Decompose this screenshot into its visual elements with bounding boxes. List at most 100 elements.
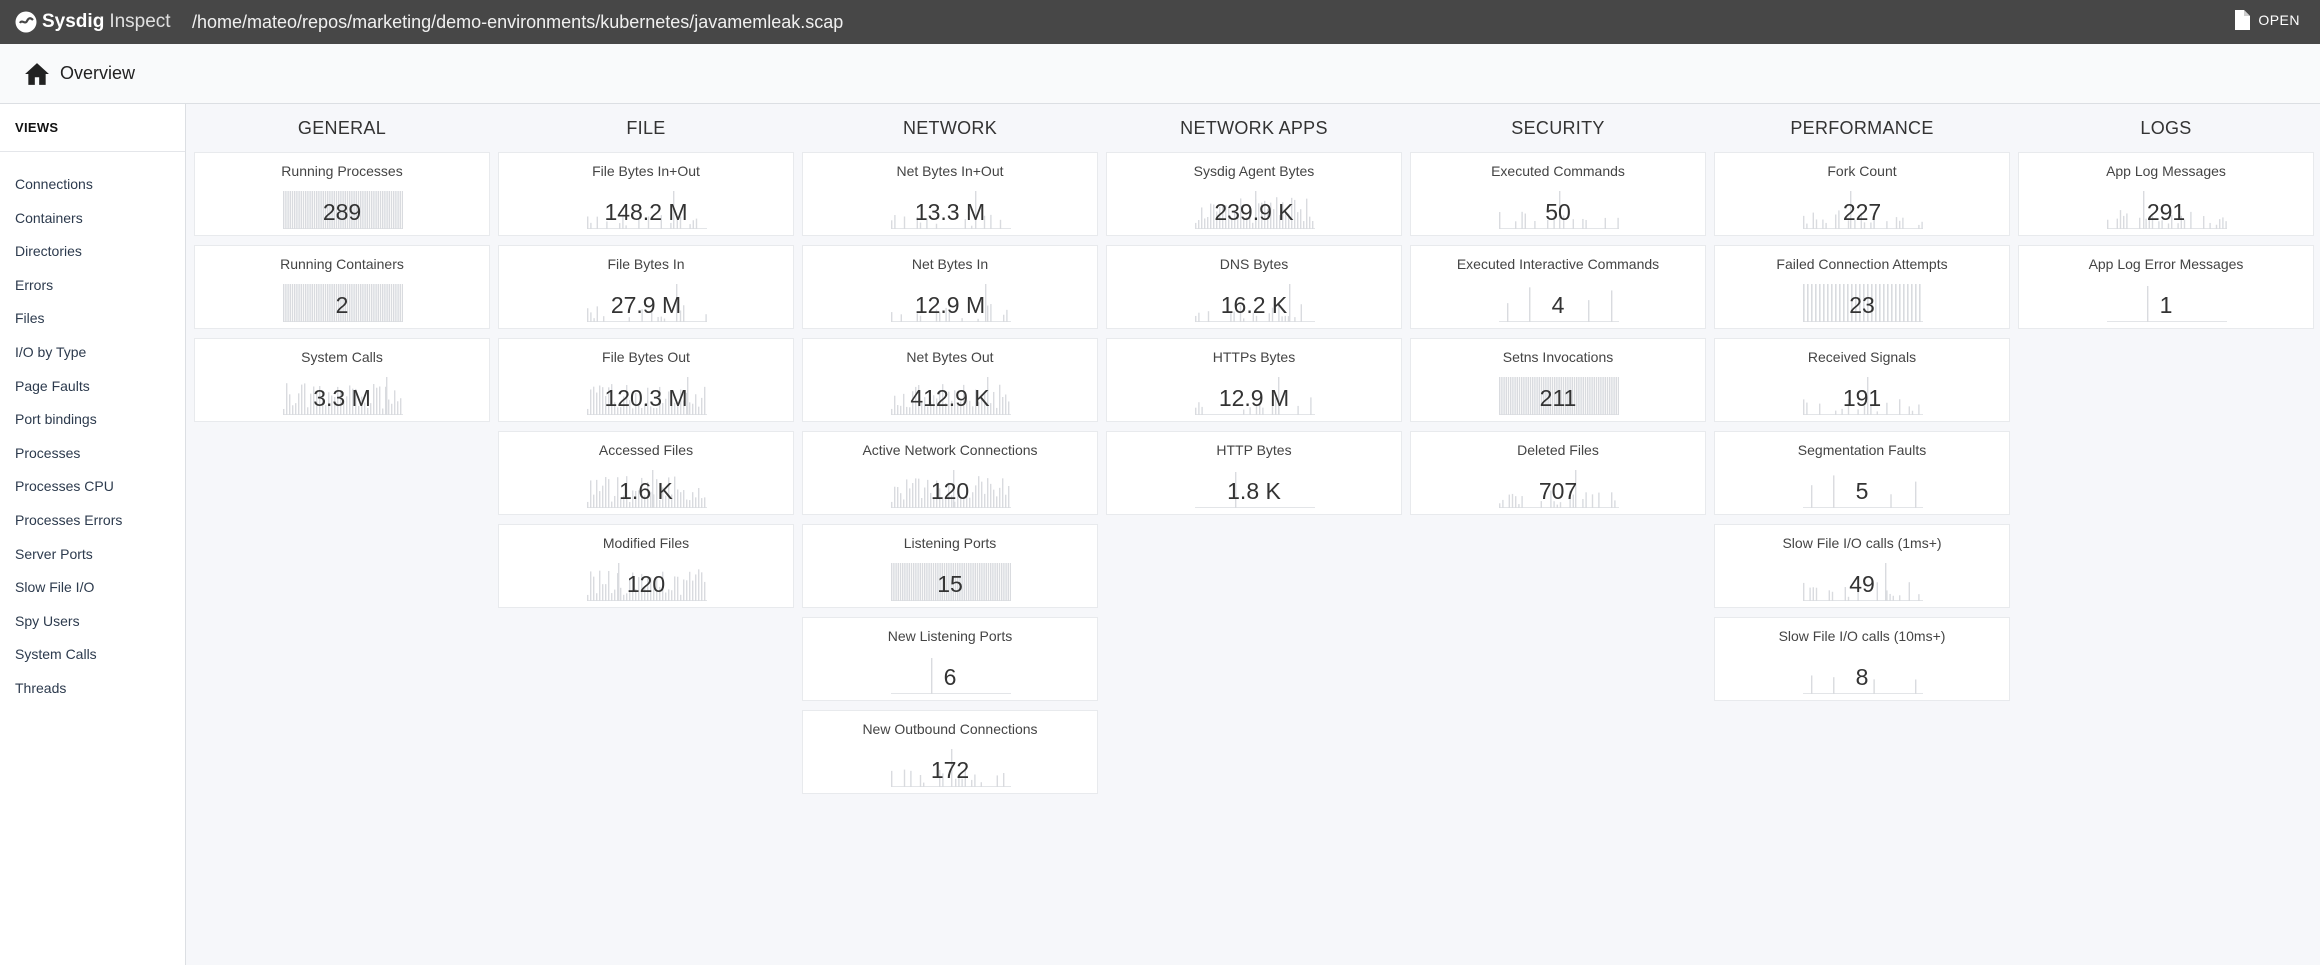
metric-value: 211 (1539, 385, 1577, 411)
metric-title: App Log Error Messages (2088, 256, 2244, 272)
sidebar-item-directories[interactable]: Directories (0, 235, 185, 269)
open-button[interactable]: OPEN (2234, 10, 2300, 30)
metric-tile-system-calls[interactable]: System Calls 3.3 M (194, 338, 490, 422)
sidebar-item-port-bindings[interactable]: Port bindings (0, 403, 185, 437)
metric-tile-net-bytes-in-out[interactable]: Net Bytes In+Out 13.3 M (802, 152, 1098, 236)
metric-tile-file-bytes-out[interactable]: File Bytes Out 120.3 M (498, 338, 794, 422)
metric-tile-accessed-files[interactable]: Accessed Files 1.6 K (498, 431, 794, 515)
metric-tile-fork-count[interactable]: Fork Count 227 (1714, 152, 2010, 236)
metric-title: Fork Count (1827, 163, 1897, 179)
open-button-label: OPEN (2258, 12, 2300, 28)
metric-tile-modified-files[interactable]: Modified Files 120 (498, 524, 794, 608)
metric-tile-slow-file-i-o-calls-1ms[interactable]: Slow File I/O calls (1ms+) 49 (1714, 524, 2010, 608)
sidebar-item-server-ports[interactable]: Server Ports (0, 538, 185, 572)
sidebar-item-files[interactable]: Files (0, 302, 185, 336)
metric-title: Net Bytes Out (906, 349, 994, 365)
metric-title: Deleted Files (1517, 442, 1599, 458)
metric-tile-segmentation-faults[interactable]: Segmentation Faults 5 (1714, 431, 2010, 515)
metric-tile-sysdig-agent-bytes[interactable]: Sysdig Agent Bytes 239.9 K (1106, 152, 1402, 236)
metric-value: 707 (1538, 478, 1578, 504)
page-title: Overview (60, 63, 136, 83)
metric-value: 2 (335, 292, 349, 318)
sidebar-item-connections[interactable]: Connections (0, 168, 185, 202)
column-header: PERFORMANCE (1790, 118, 1934, 138)
views-list: Connections Containers Directories Errors Fi… (0, 168, 185, 706)
metric-title: Executed Commands (1491, 163, 1625, 179)
sidebar-item-errors[interactable]: Errors (0, 269, 185, 303)
metric-tile-new-outbound-connections[interactable]: New Outbound Connections 172 (802, 710, 1098, 794)
metric-tile-active-network-connections[interactable]: Active Network Connections 120 (802, 431, 1098, 515)
metric-value: 50 (1545, 199, 1571, 225)
sidebar-item-processes-errors[interactable]: Processes Errors (0, 504, 185, 538)
column-header: NETWORK APPS (1180, 118, 1328, 138)
metric-tile-file-bytes-in-out[interactable]: File Bytes In+Out 148.2 M (498, 152, 794, 236)
metric-value: 1.8 K (1227, 478, 1281, 504)
column-header: NETWORK (902, 118, 998, 138)
metric-value: 191 (1842, 385, 1882, 411)
metric-tile-running-processes[interactable]: Running Processes 289 (194, 152, 490, 236)
column-performance: PERFORMANCE Fork Count 227 Failed Connectio… (1714, 104, 2010, 701)
metric-title: Net Bytes In+Out (896, 163, 1004, 179)
metric-tile-listening-ports[interactable]: Listening Ports 15 (802, 524, 1098, 608)
metric-tile-deleted-files[interactable]: Deleted Files 707 (1410, 431, 1706, 515)
sidebar-item-processes[interactable]: Processes (0, 437, 185, 471)
sidebar-item-threads[interactable]: Threads (0, 672, 185, 706)
metric-tile-dns-bytes[interactable]: DNS Bytes 16.2 K (1106, 245, 1402, 329)
column-header: GENERAL (297, 118, 387, 138)
sidebar-item-i-o-by-type[interactable]: I/O by Type (0, 336, 185, 370)
metric-value: 5 (1855, 478, 1869, 504)
metric-value: 1 (2159, 292, 2173, 318)
metric-title: Slow File I/O calls (10ms+) (1778, 628, 1946, 644)
metric-value: 15 (937, 571, 963, 597)
metric-value: 227 (1842, 199, 1882, 225)
metric-title: New Listening Ports (887, 628, 1013, 644)
metric-title: Received Signals (1807, 349, 1917, 365)
metric-value: 1.6 K (619, 478, 673, 504)
sidebar-item-slow-file-i-o[interactable]: Slow File I/O (0, 571, 185, 605)
column-file: FILE File Bytes In+Out 148.2 M File Bytes I… (498, 104, 794, 608)
metric-value: 120 (930, 478, 970, 504)
metric-tile-https-bytes[interactable]: HTTPs Bytes 12.9 M (1106, 338, 1402, 422)
metric-value: 27.9 M (610, 292, 682, 318)
metric-tile-slow-file-i-o-calls-10ms[interactable]: Slow File I/O calls (10ms+) 8 (1714, 617, 2010, 701)
metric-tile-http-bytes[interactable]: HTTP Bytes 1.8 K (1106, 431, 1402, 515)
sidebar-item-system-calls[interactable]: System Calls (0, 638, 185, 672)
metric-tile-executed-commands[interactable]: Executed Commands 50 (1410, 152, 1706, 236)
metric-value: 23 (1849, 292, 1875, 318)
metric-tile-received-signals[interactable]: Received Signals 191 (1714, 338, 2010, 422)
metric-value: 49 (1849, 571, 1875, 597)
metric-value: 291 (2146, 199, 2186, 225)
home-icon[interactable] (24, 61, 50, 87)
metric-tile-running-containers[interactable]: Running Containers 2 (194, 245, 490, 329)
metric-value: 6 (943, 664, 957, 690)
column-security: SECURITY Executed Commands 50 Executed Inte… (1410, 104, 1706, 515)
metric-value: 12.9 M (914, 292, 986, 318)
sidebar-item-containers[interactable]: Containers (0, 202, 185, 236)
sidebar-item-processes-cpu[interactable]: Processes CPU (0, 470, 185, 504)
metric-title: File Bytes Out (602, 349, 690, 365)
metric-tile-file-bytes-in[interactable]: File Bytes In 27.9 M (498, 245, 794, 329)
metric-tile-new-listening-ports[interactable]: New Listening Ports 6 (802, 617, 1098, 701)
view-header: Overview (0, 44, 2320, 104)
sidebar-item-page-faults[interactable]: Page Faults (0, 370, 185, 404)
metric-value: 8 (1855, 664, 1869, 690)
metric-title: HTTPs Bytes (1212, 349, 1296, 365)
views-header: VIEWS (0, 104, 185, 152)
metric-tile-net-bytes-out[interactable]: Net Bytes Out 412.9 K (802, 338, 1098, 422)
metric-title: Running Containers (280, 256, 404, 272)
metric-tile-app-log-error-messages[interactable]: App Log Error Messages 1 (2018, 245, 2314, 329)
column-logs: LOGS App Log Messages 291 App Log Error Mes… (2018, 104, 2314, 329)
metric-tile-app-log-messages[interactable]: App Log Messages 291 (2018, 152, 2314, 236)
metric-tile-executed-interactive-commands[interactable]: Executed Interactive Commands 4 (1410, 245, 1706, 329)
metric-tile-net-bytes-in[interactable]: Net Bytes In 12.9 M (802, 245, 1098, 329)
column-header: SECURITY (1511, 118, 1605, 138)
metric-title: File Bytes In (607, 256, 685, 272)
metric-title: File Bytes In+Out (592, 163, 700, 179)
metric-title: System Calls (301, 349, 383, 365)
metric-title: Modified Files (602, 535, 690, 551)
metric-tile-failed-connection-attempts[interactable]: Failed Connection Attempts 23 (1714, 245, 2010, 329)
sidebar-item-spy-users[interactable]: Spy Users (0, 605, 185, 639)
column-general: GENERAL Running Processes 289 Running Conta… (194, 104, 490, 422)
metric-title: Active Network Connections (862, 442, 1038, 458)
metric-tile-setns-invocations[interactable]: Setns Invocations 211 (1410, 338, 1706, 422)
